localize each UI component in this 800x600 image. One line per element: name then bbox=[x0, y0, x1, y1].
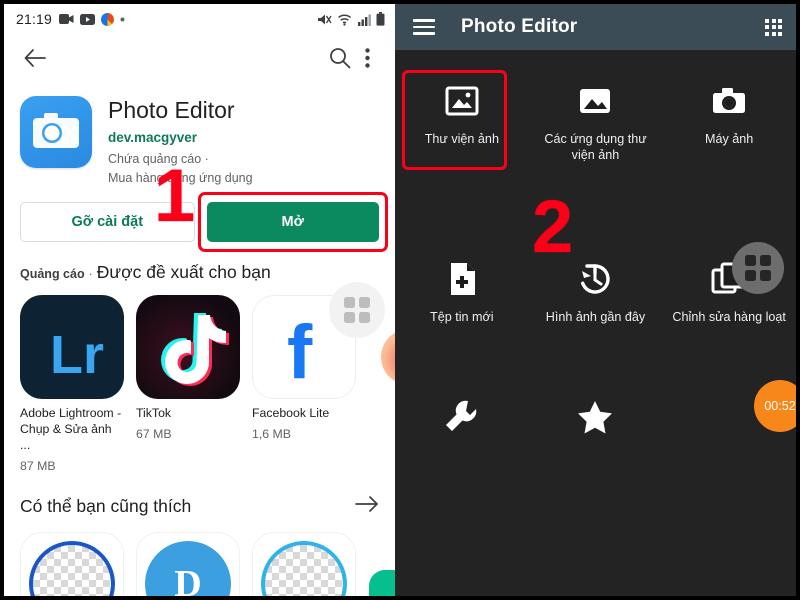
arrow-right-icon[interactable] bbox=[355, 495, 379, 518]
open-button[interactable]: Mở bbox=[206, 201, 379, 242]
promo-app-size: 87 MB bbox=[20, 458, 56, 473]
status-left-icons bbox=[59, 12, 125, 26]
grid-glyph bbox=[745, 255, 771, 281]
status-bar: 21:19 bbox=[4, 4, 395, 34]
screenshot-root: 21:19 Photo Editor dev.macgyver Chứa quả… bbox=[0, 0, 800, 600]
annotation-step-2: 2 bbox=[532, 185, 574, 268]
gallery-apps-icon bbox=[575, 78, 615, 124]
partial-app-icon-green[interactable] bbox=[369, 569, 395, 596]
you-may-like-title: Có thể bạn cũng thích bbox=[20, 495, 192, 516]
you-may-like-row: D bbox=[4, 518, 395, 596]
photo-editor-menu-grid-row3 bbox=[395, 350, 796, 450]
app-icon-circle bbox=[261, 540, 347, 596]
ads-section-header: Quảng cáo · Được đề xuất cho bạn bbox=[4, 242, 395, 283]
list-item[interactable]: TikTok 67 MB bbox=[136, 294, 240, 473]
new-file-icon bbox=[442, 256, 482, 302]
ads-section-title: Được đề xuất cho bạn bbox=[96, 261, 271, 282]
mute-icon bbox=[318, 14, 332, 24]
svg-text:Lr: Lr bbox=[50, 325, 104, 385]
tiktok-icon bbox=[136, 294, 240, 399]
app-grid-icon[interactable] bbox=[732, 242, 784, 294]
grid-glyph bbox=[344, 297, 370, 323]
list-item[interactable]: Lr Adobe Lightroom - Chụp & Sửa ảnh ... … bbox=[20, 294, 124, 473]
wifi-icon bbox=[338, 13, 351, 26]
adobe-lightroom-icon: Lr bbox=[20, 294, 124, 399]
menu-item-photo-library[interactable]: Thư viện ảnh bbox=[395, 64, 529, 172]
recent-history-icon bbox=[575, 256, 615, 302]
svg-text:f: f bbox=[287, 310, 313, 395]
page-title: Photo Editor bbox=[461, 16, 578, 37]
play-store-appbar bbox=[4, 34, 395, 82]
app-grid-icon[interactable] bbox=[329, 282, 385, 338]
search-icon[interactable] bbox=[325, 43, 355, 73]
app-action-buttons: Gỡ cài đặt Mở bbox=[4, 191, 395, 252]
app-icon-circle bbox=[29, 540, 115, 596]
back-arrow-icon[interactable] bbox=[20, 43, 50, 73]
status-dot-icon bbox=[120, 17, 125, 21]
promo-app-name: Facebook Lite bbox=[252, 405, 330, 420]
list-item[interactable] bbox=[252, 531, 356, 596]
wrench-icon bbox=[442, 394, 482, 440]
app-title: Photo Editor bbox=[108, 97, 235, 123]
promo-app-name: Adobe Lightroom - Chụp & Sửa ảnh ... bbox=[20, 405, 122, 452]
promo-app-size: 67 MB bbox=[136, 426, 172, 441]
app-developer[interactable]: dev.macgyver bbox=[108, 130, 253, 145]
camcorder-icon bbox=[59, 14, 74, 24]
you-may-like-header: Có thể bạn cũng thích bbox=[4, 473, 395, 518]
partial-app-icon[interactable] bbox=[381, 328, 395, 385]
hamburger-menu-icon[interactable] bbox=[413, 19, 435, 35]
photo-library-icon bbox=[442, 78, 482, 124]
youtube-icon bbox=[80, 13, 96, 25]
photo-editor-panel: Photo Editor Thư viện ảnh Các ứng dụng t… bbox=[395, 0, 800, 600]
list-item[interactable]: D bbox=[136, 531, 240, 596]
menu-item-label: Các ứng dụng thư viện ảnh bbox=[544, 132, 647, 162]
time-badge: 00:52 bbox=[754, 380, 796, 432]
battery-icon bbox=[376, 12, 385, 26]
menu-item-camera[interactable]: Máy ảnh bbox=[662, 64, 796, 172]
promo-app-size: 1,6 MB bbox=[252, 426, 291, 441]
menu-item-label: Hình ảnh gần đây bbox=[545, 310, 646, 324]
pinterest-icon bbox=[101, 12, 115, 26]
menu-item-label: Chỉnh sửa hàng loạt bbox=[672, 310, 786, 324]
menu-item-label: Thư viện ảnh bbox=[424, 132, 499, 146]
photo-editor-appbar: Photo Editor bbox=[395, 4, 796, 50]
status-time: 21:19 bbox=[16, 11, 53, 27]
ads-label: Quảng cáo bbox=[20, 266, 85, 281]
menu-item-favorites[interactable] bbox=[529, 380, 663, 450]
menu-item-label: Máy ảnh bbox=[705, 132, 754, 146]
menu-item-new-file[interactable]: Tệp tin mới bbox=[395, 242, 529, 350]
menu-item-label: Tệp tin mới bbox=[430, 310, 494, 324]
ads-separator: · bbox=[88, 266, 93, 281]
app-icon-circle: D bbox=[145, 540, 231, 596]
promo-app-name: TikTok bbox=[136, 405, 172, 420]
camera-icon bbox=[709, 78, 749, 124]
menu-item-tools[interactable] bbox=[395, 380, 529, 450]
play-store-panel: 21:19 Photo Editor dev.macgyver Chứa quả… bbox=[0, 0, 395, 600]
photo-editor-menu-grid: Thư viện ảnh Các ứng dụng thư viện ảnh M… bbox=[395, 50, 796, 350]
star-icon bbox=[575, 394, 615, 440]
signal-icon bbox=[358, 14, 371, 26]
open-button-wrapper: Mở bbox=[197, 191, 388, 252]
annotation-step-1: 1 bbox=[154, 154, 196, 237]
list-item[interactable] bbox=[20, 531, 124, 596]
photo-editor-app-icon bbox=[20, 96, 92, 168]
app-header: Photo Editor dev.macgyver Chứa quảng cáo… bbox=[4, 82, 395, 192]
status-right-icons bbox=[317, 12, 385, 26]
apps-grid-icon[interactable] bbox=[765, 18, 782, 36]
more-vertical-icon[interactable] bbox=[355, 43, 379, 73]
menu-item-gallery-apps[interactable]: Các ứng dụng thư viện ảnh bbox=[529, 64, 663, 172]
